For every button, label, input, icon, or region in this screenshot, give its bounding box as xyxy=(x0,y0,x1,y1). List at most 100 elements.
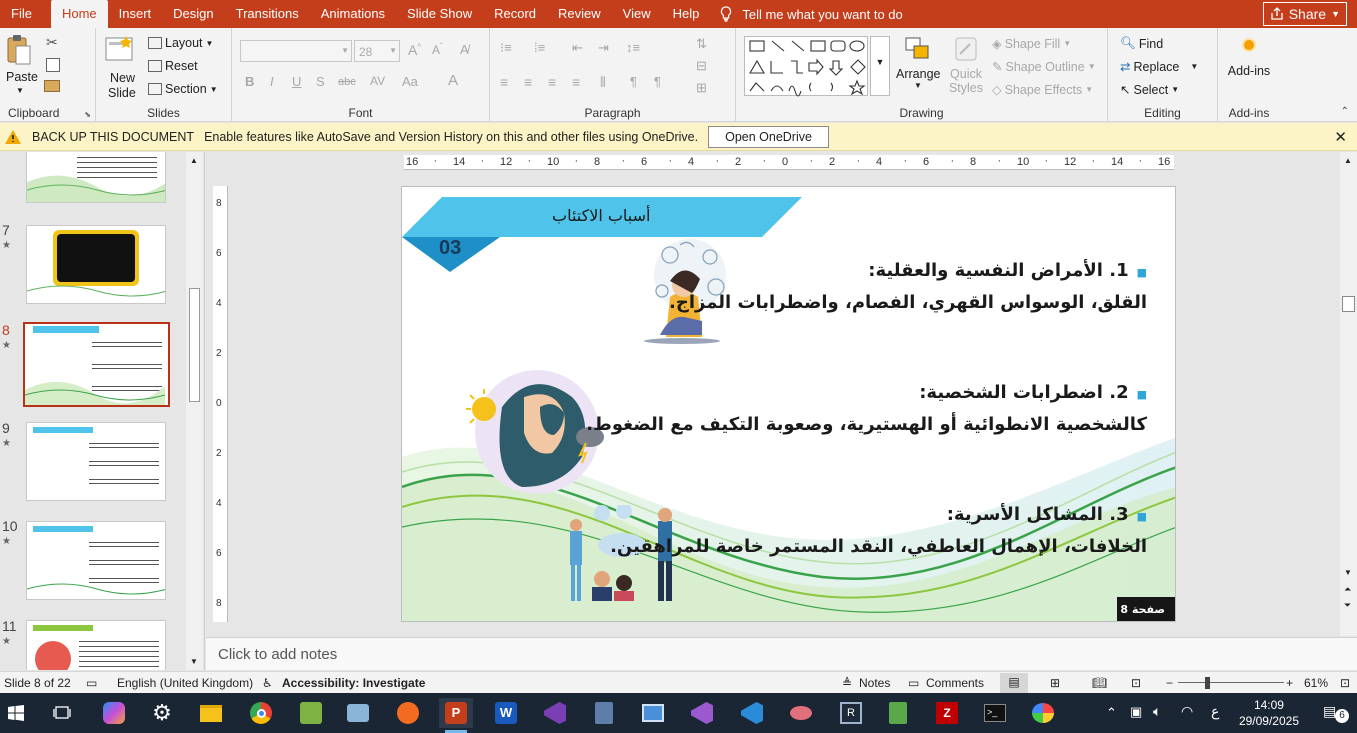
ltr-icon[interactable]: ¶ xyxy=(654,74,661,89)
tab-design[interactable]: Design xyxy=(162,0,224,28)
app-window-icon[interactable] xyxy=(638,698,668,728)
powerpoint-taskbar-icon[interactable]: P xyxy=(439,698,473,728)
terminal-icon[interactable]: >_ xyxy=(980,698,1010,728)
slide-thumbnail-11[interactable] xyxy=(26,620,166,670)
slide-canvas[interactable]: أسباب الاكتئاب 03 ■ 1. الأمراض النفسية وا… xyxy=(401,186,1176,622)
tab-record[interactable]: Record xyxy=(483,0,547,28)
network-app-icon[interactable] xyxy=(343,698,373,728)
slide-thumbnail-8-selected[interactable] xyxy=(23,322,170,407)
align-center-icon[interactable]: ≡ xyxy=(524,74,532,90)
slide-sorter-view-button[interactable]: ⊞ xyxy=(1050,676,1060,690)
slide-thumbnail-7[interactable] xyxy=(26,225,166,304)
taskbar-clock[interactable]: 14:09 29/09/2025 xyxy=(1239,697,1299,729)
tab-help[interactable]: Help xyxy=(662,0,711,28)
word-icon[interactable]: W xyxy=(491,698,521,728)
paint-app-icon[interactable] xyxy=(296,698,326,728)
snipping-tool-icon[interactable] xyxy=(786,698,816,728)
bold-icon[interactable]: B xyxy=(245,74,254,89)
reading-view-button[interactable]: 📖︎ xyxy=(1092,676,1107,690)
thumbnail-scrollbar[interactable]: ▲ ▼ xyxy=(186,152,203,670)
copilot-icon[interactable] xyxy=(99,698,129,728)
calculator-icon[interactable] xyxy=(589,698,619,728)
zoom-slider-thumb[interactable] xyxy=(1205,677,1210,689)
tab-file[interactable]: File xyxy=(0,0,43,28)
tab-review[interactable]: Review xyxy=(547,0,612,28)
comments-button[interactable]: Comments xyxy=(926,676,984,690)
notes-button[interactable]: Notes xyxy=(859,676,890,690)
fit-to-window-icon[interactable]: ⊡ xyxy=(1340,676,1350,690)
scroll-down-arrow[interactable]: ▼ xyxy=(1344,568,1352,577)
copy-icon[interactable] xyxy=(46,58,60,72)
open-onedrive-button[interactable]: Open OneDrive xyxy=(708,125,829,148)
windows-start-icon[interactable] xyxy=(1,698,31,728)
show-hidden-icons-icon[interactable]: ⌃ xyxy=(1106,705,1117,721)
notepad-icon[interactable] xyxy=(883,698,913,728)
reset-button[interactable]: Reset xyxy=(148,59,198,73)
strikethrough-icon[interactable]: abc xyxy=(338,76,356,88)
tab-animations[interactable]: Animations xyxy=(310,0,396,28)
quick-styles-button[interactable]: Quick Styles xyxy=(944,34,988,104)
text-direction-icon[interactable]: ⇅ xyxy=(696,36,707,52)
tell-me-search[interactable]: Tell me what you want to do xyxy=(720,6,903,22)
shape-effects-button[interactable]: ◇ Shape Effects ▼ xyxy=(992,82,1093,98)
cut-icon[interactable]: ✂ xyxy=(46,34,58,51)
pdf-tool-icon[interactable] xyxy=(393,698,423,728)
settings-icon[interactable]: ⚙ xyxy=(147,698,177,728)
layout-button[interactable]: Layout ▼ xyxy=(148,36,213,50)
dialog-launcher-icon[interactable]: ⬊ xyxy=(84,110,91,119)
columns-icon[interactable]: ⫴ xyxy=(600,74,606,91)
tab-insert[interactable]: Insert xyxy=(108,0,163,28)
scroll-up-arrow[interactable]: ▲ xyxy=(1344,156,1352,165)
tab-view[interactable]: View xyxy=(612,0,662,28)
meet-now-icon[interactable]: ▣ xyxy=(1130,704,1142,720)
slideshow-view-button[interactable]: ⊡ xyxy=(1131,676,1141,690)
filezilla-icon[interactable]: Z xyxy=(932,698,962,728)
rtl-icon[interactable]: ¶ xyxy=(630,74,637,89)
paste-button[interactable]: Paste ▼ xyxy=(4,34,38,95)
scroll-thumb[interactable] xyxy=(1342,296,1355,312)
new-slide-button[interactable]: New Slide xyxy=(104,34,144,104)
slide-thumbnail-10[interactable] xyxy=(26,521,166,600)
file-explorer-icon[interactable] xyxy=(196,698,226,728)
paint-palette-icon[interactable] xyxy=(1028,698,1058,728)
italic-icon[interactable]: I xyxy=(270,74,274,89)
clear-formatting-icon[interactable]: A̸ xyxy=(460,42,469,57)
align-text-icon[interactable]: ⊟ xyxy=(696,58,707,74)
arrange-button[interactable]: Arrange ▼ xyxy=(896,34,940,104)
smartart-icon[interactable]: ⊞ xyxy=(696,80,707,96)
increase-font-icon[interactable]: A^ xyxy=(408,42,421,58)
chrome-icon[interactable] xyxy=(246,698,276,728)
font-size-combo[interactable]: 28 ▼ xyxy=(354,40,400,62)
close-icon[interactable]: ✕ xyxy=(1334,128,1347,146)
notes-pane[interactable]: Click to add notes xyxy=(206,637,1357,670)
volume-icon[interactable]: 🔈︎ xyxy=(1153,703,1161,720)
align-left-icon[interactable]: ≡ xyxy=(500,74,508,90)
visual-studio-2-icon[interactable] xyxy=(687,698,717,728)
language[interactable]: English (United Kingdom) xyxy=(117,676,253,690)
vscode-icon[interactable] xyxy=(737,698,767,728)
decrease-font-icon[interactable]: Aˇ xyxy=(432,42,443,57)
numbering-icon[interactable]: ⁞≡ xyxy=(534,40,545,55)
shadow-icon[interactable]: S xyxy=(316,74,325,89)
accessibility-status[interactable]: Accessibility: Investigate xyxy=(282,676,425,690)
line-spacing-icon[interactable]: ↕≡ xyxy=(626,40,640,55)
shape-outline-button[interactable]: ✎ Shape Outline ▼ xyxy=(992,59,1096,75)
replace-button[interactable]: ⇄ Replace ▼ xyxy=(1120,59,1198,75)
font-color-icon[interactable]: A xyxy=(448,72,458,89)
find-button[interactable]: 🔍︎ Find xyxy=(1120,36,1163,51)
format-painter-icon[interactable] xyxy=(44,80,60,92)
input-language[interactable]: ع xyxy=(1211,703,1219,720)
section-button[interactable]: Section ▼ xyxy=(148,82,218,96)
decrease-indent-icon[interactable]: ⇤ xyxy=(572,40,583,56)
select-button[interactable]: ↖ Select ▼ xyxy=(1120,82,1179,98)
character-spacing-icon[interactable]: AV xyxy=(370,74,385,88)
editor-scrollbar[interactable]: ▲ ▼ ⏶ ⏷ xyxy=(1340,152,1357,636)
change-case-icon[interactable]: Aa xyxy=(402,74,418,89)
addins-button[interactable]: Add-ins xyxy=(1226,40,1272,78)
underline-icon[interactable]: U xyxy=(292,74,301,89)
notification-center-icon[interactable]: ▤ 6 xyxy=(1323,703,1349,723)
scroll-up-arrow[interactable]: ▲ xyxy=(190,156,198,165)
slide-thumbnail-9[interactable] xyxy=(26,422,166,501)
zoom-level[interactable]: 61% xyxy=(1304,676,1328,690)
justify-icon[interactable]: ≡ xyxy=(572,74,580,90)
